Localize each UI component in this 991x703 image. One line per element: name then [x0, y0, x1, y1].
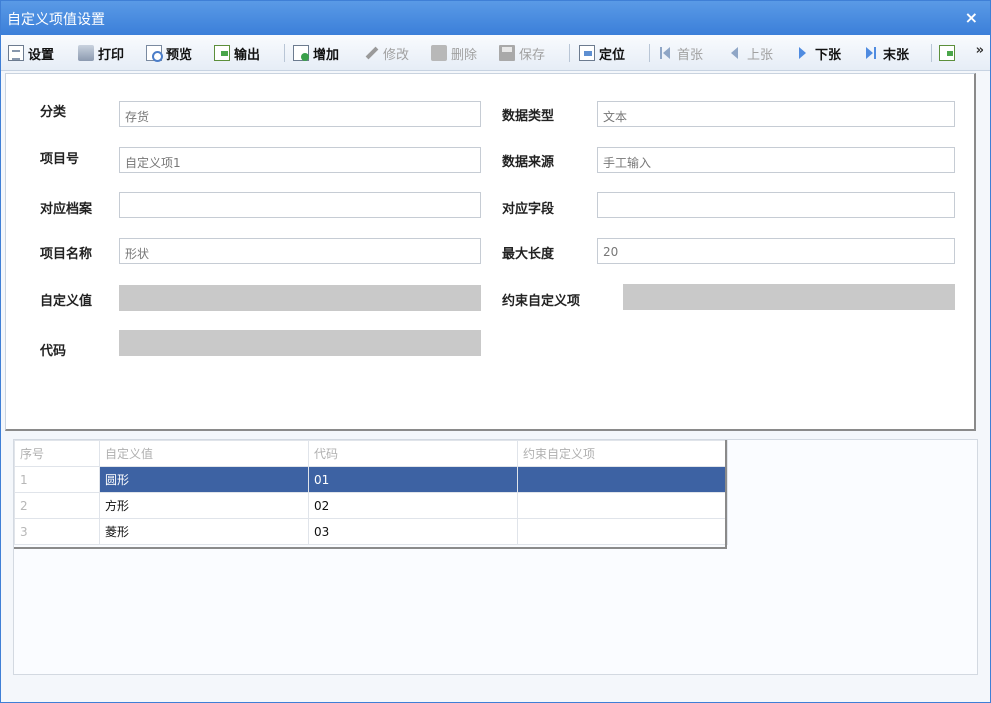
pencil-icon — [363, 45, 379, 61]
add-button[interactable]: 增加 — [293, 43, 339, 63]
locate-icon — [579, 45, 595, 61]
data-type-label: 数据类型 — [502, 109, 555, 124]
add-icon — [293, 45, 309, 61]
row-constraint[interactable] — [517, 466, 728, 493]
save-label: 保存 — [519, 47, 546, 63]
custom-value-label: 自定义值 — [40, 294, 93, 309]
max-length-field[interactable]: 20 — [597, 238, 955, 264]
toolbar-overflow-icon[interactable]: » — [976, 43, 984, 58]
item-no-label: 项目号 — [40, 152, 80, 167]
save-button[interactable]: 保存 — [499, 43, 545, 63]
toolbar-separator — [649, 44, 650, 62]
toolbar: 设置 打印 预览 输出 增加 修改 删除 保存 定位 首张 上张 下张 末张 » — [1, 35, 990, 71]
preview-icon — [146, 45, 163, 62]
delete-icon — [431, 45, 447, 61]
locate-button[interactable]: 定位 — [579, 43, 625, 63]
exit-button[interactable] — [939, 43, 959, 63]
next-label: 下张 — [815, 47, 842, 63]
table-row[interactable]: 1 圆形 01 — [14, 466, 728, 493]
preview-button[interactable]: 预览 — [146, 43, 192, 63]
toolbar-separator — [284, 44, 285, 62]
settings-icon — [8, 45, 24, 61]
constraint-label: 约束自定义项 — [502, 294, 581, 309]
item-name-field[interactable]: 形状 — [119, 238, 481, 264]
print-button[interactable]: 打印 — [78, 43, 124, 63]
first-record-button[interactable]: 首张 — [657, 43, 703, 63]
toolbar-separator — [931, 44, 932, 62]
data-type-field[interactable]: 文本 — [597, 101, 955, 127]
add-label: 增加 — [313, 47, 340, 63]
row-code[interactable]: 01 — [308, 466, 518, 493]
row-value[interactable]: 菱形 — [99, 518, 309, 545]
delete-button[interactable]: 删除 — [431, 43, 477, 63]
first-icon — [657, 45, 673, 61]
row-seq: 1 — [14, 466, 100, 493]
row-value[interactable]: 圆形 — [99, 466, 309, 493]
last-label: 末张 — [883, 47, 910, 63]
row-seq: 2 — [14, 492, 100, 519]
values-grid: 序号 自定义值 代码 约束自定义项 1 圆形 01 2 方形 02 3 菱形 0… — [14, 440, 728, 545]
max-length-label: 最大长度 — [502, 247, 555, 262]
next-icon — [795, 45, 811, 61]
table-row[interactable]: 3 菱形 03 — [14, 518, 728, 545]
data-source-field[interactable]: 手工输入 — [597, 147, 955, 173]
field-field[interactable] — [597, 192, 955, 218]
values-grid-panel: 序号 自定义值 代码 约束自定义项 1 圆形 01 2 方形 02 3 菱形 0… — [13, 439, 978, 675]
item-no-field[interactable]: 自定义项1 — [119, 147, 481, 173]
title-bar[interactable]: 自定义项值设置 × — [1, 1, 990, 35]
first-label: 首张 — [677, 47, 704, 63]
delete-label: 删除 — [451, 47, 478, 63]
custom-value-field[interactable] — [119, 285, 481, 311]
constraint-field[interactable] — [623, 284, 955, 310]
print-label: 打印 — [98, 47, 125, 63]
code-label: 代码 — [40, 344, 67, 359]
row-code[interactable]: 03 — [308, 518, 518, 545]
preview-label: 预览 — [166, 47, 193, 63]
row-constraint[interactable] — [517, 492, 728, 519]
row-code[interactable]: 02 — [308, 492, 518, 519]
grid-header-row: 序号 自定义值 代码 约束自定义项 — [14, 440, 728, 467]
edit-label: 修改 — [383, 47, 410, 63]
edit-button[interactable]: 修改 — [363, 43, 409, 63]
close-icon[interactable]: × — [965, 8, 978, 27]
settings-button[interactable]: 设置 — [8, 43, 54, 63]
export-button[interactable]: 输出 — [214, 43, 260, 63]
category-field[interactable]: 存货 — [119, 101, 481, 127]
last-icon — [863, 45, 879, 61]
archive-label: 对应档案 — [40, 202, 93, 217]
code-field[interactable] — [119, 330, 481, 356]
printer-icon — [78, 45, 94, 61]
prev-label: 上张 — [747, 47, 774, 63]
dialog-window: 自定义项值设置 × 设置 打印 预览 输出 增加 修改 删除 保存 定位 首张 … — [0, 0, 991, 703]
column-header-constraint[interactable]: 约束自定义项 — [517, 440, 728, 467]
exit-icon — [939, 45, 955, 61]
window-title: 自定义项值设置 — [7, 12, 105, 28]
export-icon — [214, 45, 230, 61]
category-label: 分类 — [40, 105, 67, 120]
data-source-label: 数据来源 — [502, 155, 555, 170]
column-header-seq[interactable]: 序号 — [14, 440, 100, 467]
column-header-code[interactable]: 代码 — [308, 440, 518, 467]
next-record-button[interactable]: 下张 — [795, 43, 841, 63]
export-label: 输出 — [234, 47, 261, 63]
row-value[interactable]: 方形 — [99, 492, 309, 519]
row-seq: 3 — [14, 518, 100, 545]
prev-icon — [727, 45, 743, 61]
prev-record-button[interactable]: 上张 — [727, 43, 773, 63]
column-header-value[interactable]: 自定义值 — [99, 440, 309, 467]
save-icon — [499, 45, 515, 61]
field-label: 对应字段 — [502, 202, 555, 217]
settings-label: 设置 — [28, 47, 55, 63]
row-constraint[interactable] — [517, 518, 728, 545]
last-record-button[interactable]: 末张 — [863, 43, 909, 63]
locate-label: 定位 — [599, 47, 626, 63]
item-name-label: 项目名称 — [40, 247, 93, 262]
toolbar-separator — [569, 44, 570, 62]
archive-field[interactable] — [119, 192, 481, 218]
form-panel: 分类 存货 数据类型 文本 项目号 自定义项1 数据来源 手工输入 对应档案 对… — [5, 73, 976, 431]
table-row[interactable]: 2 方形 02 — [14, 492, 728, 519]
